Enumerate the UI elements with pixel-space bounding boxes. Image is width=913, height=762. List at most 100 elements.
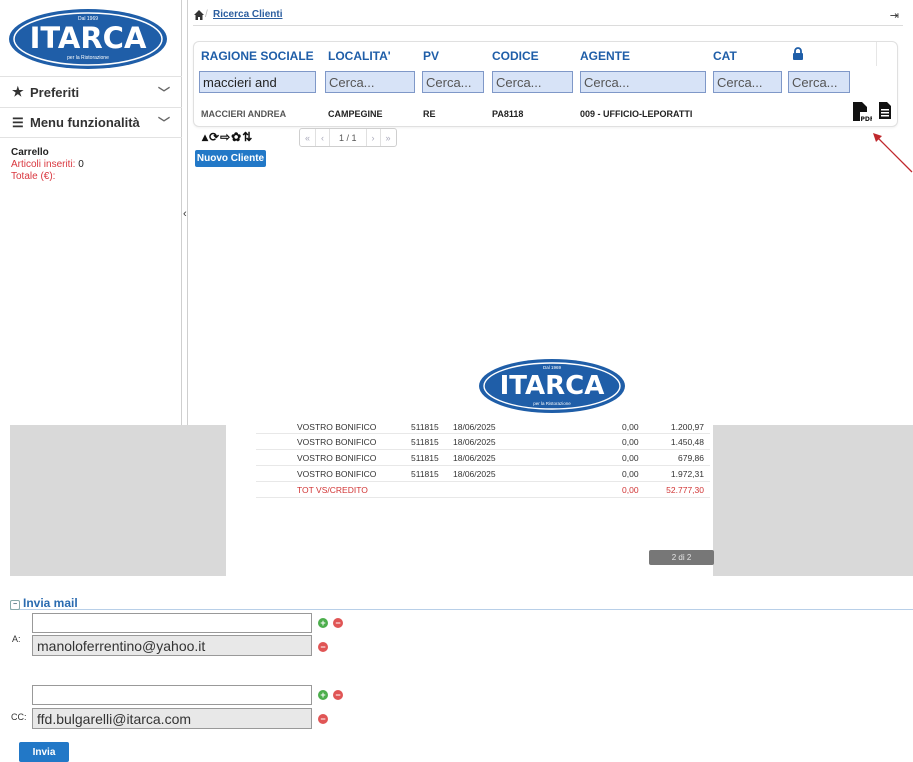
page-info: 1 / 1 bbox=[330, 129, 367, 146]
pdf-cell: 1.200,97 bbox=[670, 422, 704, 432]
collapse-sidebar-icon[interactable]: ‹ bbox=[183, 208, 187, 220]
collapse-icon[interactable]: − bbox=[10, 600, 20, 610]
svg-text:ITARCA: ITARCA bbox=[30, 21, 147, 55]
search-input-ragione-sociale[interactable] bbox=[199, 71, 316, 93]
next-page-button[interactable]: › bbox=[367, 129, 381, 146]
search-input-localita[interactable] bbox=[325, 71, 415, 93]
pdf-cell: VOSTRO BONIFICO bbox=[297, 469, 377, 479]
search-input-codice[interactable] bbox=[492, 71, 573, 93]
pdf-cell: 0,00 bbox=[622, 485, 639, 495]
svg-text:per la Ristorazione: per la Ristorazione bbox=[533, 401, 571, 406]
mail-section-toggle[interactable]: − Invia mail bbox=[10, 596, 78, 610]
new-client-button[interactable]: Nuovo Cliente bbox=[195, 150, 266, 167]
col-header-codice[interactable]: CODICE bbox=[492, 49, 539, 63]
remove-address-icon[interactable]: − bbox=[318, 642, 328, 652]
pdf-cell: 511815 bbox=[411, 469, 439, 479]
cell-ragione-sociale: MACCIERI ANDREA bbox=[201, 109, 287, 119]
search-input-pv[interactable] bbox=[422, 71, 484, 93]
chevron-down-icon[interactable]: ﹀ bbox=[158, 114, 170, 131]
lock-icon[interactable] bbox=[792, 47, 804, 61]
col-header-localita[interactable]: LOCALITA' bbox=[328, 49, 391, 63]
divider bbox=[187, 0, 188, 425]
cart-summary: Carrello Articoli inseriti: 0 Totale (€)… bbox=[11, 147, 84, 183]
add-recipient-icon[interactable]: + bbox=[318, 618, 328, 628]
remove-cc-address-icon[interactable]: − bbox=[318, 714, 328, 724]
search-input-cat[interactable] bbox=[713, 71, 782, 93]
page-indicator: 2 di 2 bbox=[649, 550, 714, 565]
pdf-table: VOSTRO BONIFICO 511815 18/06/2025 0,00 1… bbox=[256, 422, 710, 498]
cart-title: Carrello bbox=[11, 147, 49, 158]
search-input-agente[interactable] bbox=[580, 71, 706, 93]
to-label: A: bbox=[12, 634, 21, 644]
cell-pv: RE bbox=[423, 109, 436, 119]
pdf-cell: 679,86 bbox=[678, 453, 704, 463]
document-icon[interactable] bbox=[878, 101, 892, 120]
cart-items-label: Articoli inseriti: bbox=[11, 159, 76, 170]
sidebar-item-label: Preferiti bbox=[30, 84, 80, 100]
cell-localita: CAMPEGINE bbox=[328, 109, 383, 119]
sort-icon[interactable]: ⇅ bbox=[242, 130, 253, 144]
col-header-ragione-sociale[interactable]: RAGIONE SOCIALE bbox=[201, 49, 314, 63]
sidebar-item-preferiti[interactable]: ★ Preferiti ﹀ bbox=[0, 76, 182, 107]
cc-email-input[interactable] bbox=[32, 685, 312, 705]
add-cc-icon[interactable]: + bbox=[318, 690, 328, 700]
divider bbox=[193, 25, 903, 26]
export-icon[interactable]: ⇨ bbox=[220, 130, 231, 144]
cc-email-address: ffd.bulgarelli@itarca.com bbox=[32, 708, 312, 729]
pdf-cell: 18/06/2025 bbox=[453, 453, 496, 463]
remove-cc-icon[interactable]: − bbox=[333, 690, 343, 700]
table-row: VOSTRO BONIFICO 511815 18/06/2025 0,00 1… bbox=[256, 422, 710, 434]
pdf-cell: 52.777,30 bbox=[666, 485, 704, 495]
pdf-cell: 511815 bbox=[411, 422, 439, 432]
collapse-up-icon[interactable]: ▴ bbox=[202, 130, 209, 144]
divider bbox=[876, 42, 877, 66]
pdf-cell: 511815 bbox=[411, 453, 439, 463]
gear-icon[interactable]: ✿ bbox=[231, 130, 242, 144]
svg-text:per la Ristorazione: per la Ristorazione bbox=[67, 55, 109, 61]
pdf-cell: 18/06/2025 bbox=[453, 422, 496, 432]
pdf-cell: 18/06/2025 bbox=[453, 437, 496, 447]
breadcrumb-separator: / bbox=[205, 9, 208, 20]
remove-recipient-icon[interactable]: − bbox=[333, 618, 343, 628]
mail-section-title: Invia mail bbox=[23, 596, 78, 610]
breadcrumb-current[interactable]: Ricerca Clienti bbox=[213, 9, 282, 20]
pdf-cell: 0,00 bbox=[622, 453, 639, 463]
prev-page-button[interactable]: ‹ bbox=[316, 129, 331, 146]
table-row: VOSTRO BONIFICO 511815 18/06/2025 0,00 1… bbox=[256, 466, 710, 482]
pdf-cell: VOSTRO BONIFICO bbox=[297, 422, 377, 432]
table-row: VOSTRO BONIFICO 511815 18/06/2025 0,00 6… bbox=[256, 450, 710, 466]
svg-text:ITARCA: ITARCA bbox=[500, 371, 605, 401]
pdf-cell: VOSTRO BONIFICO bbox=[297, 453, 377, 463]
table-row-total: TOT VS/CREDITO 0,00 52.777,30 bbox=[256, 482, 710, 498]
search-input-lock[interactable] bbox=[788, 71, 850, 93]
to-email-input[interactable] bbox=[32, 613, 312, 633]
sidebar-item-menu-funzionalita[interactable]: ☰ Menu funzionalità ﹀ bbox=[0, 107, 182, 138]
last-page-button[interactable]: » bbox=[381, 129, 396, 146]
col-header-pv[interactable]: PV bbox=[423, 49, 439, 63]
pdf-cell: 0,00 bbox=[622, 469, 639, 479]
chevron-down-icon[interactable]: ﹀ bbox=[158, 84, 170, 101]
first-page-button[interactable]: « bbox=[300, 129, 317, 146]
cell-codice: PA8118 bbox=[492, 109, 524, 119]
cc-label: CC: bbox=[11, 712, 27, 722]
pagination: « ‹ 1 / 1 › » bbox=[299, 128, 397, 147]
pdf-file-icon[interactable]: PDF bbox=[852, 101, 872, 122]
logout-icon[interactable]: ⇥ bbox=[890, 9, 899, 22]
hamburger-icon: ☰ bbox=[12, 114, 24, 130]
annotation-arrow bbox=[873, 133, 913, 173]
col-header-cat[interactable]: CAT bbox=[713, 49, 737, 63]
col-header-agente[interactable]: AGENTE bbox=[580, 49, 630, 63]
cart-items-value: 0 bbox=[78, 159, 84, 170]
pdf-cell: 511815 bbox=[411, 437, 439, 447]
refresh-icon[interactable]: ⟳ bbox=[209, 130, 220, 144]
send-button[interactable]: Invia bbox=[19, 742, 69, 762]
cart-total-label: Totale (€): bbox=[11, 171, 56, 182]
side-menu: ★ Preferiti ﹀ ☰ Menu funzionalità ﹀ bbox=[0, 76, 182, 138]
home-icon[interactable] bbox=[193, 9, 205, 21]
cell-agente: 009 - UFFICIO-LEPORATTI bbox=[580, 109, 693, 119]
svg-text:Dal 1969: Dal 1969 bbox=[543, 365, 562, 370]
pdf-cell: 18/06/2025 bbox=[453, 469, 496, 479]
mail-section-header: − Invia mail bbox=[10, 596, 913, 610]
pdf-cell: 0,00 bbox=[622, 437, 639, 447]
itarca-logo[interactable]: Dal 1969 ITARCA per la Ristorazione bbox=[8, 8, 168, 70]
